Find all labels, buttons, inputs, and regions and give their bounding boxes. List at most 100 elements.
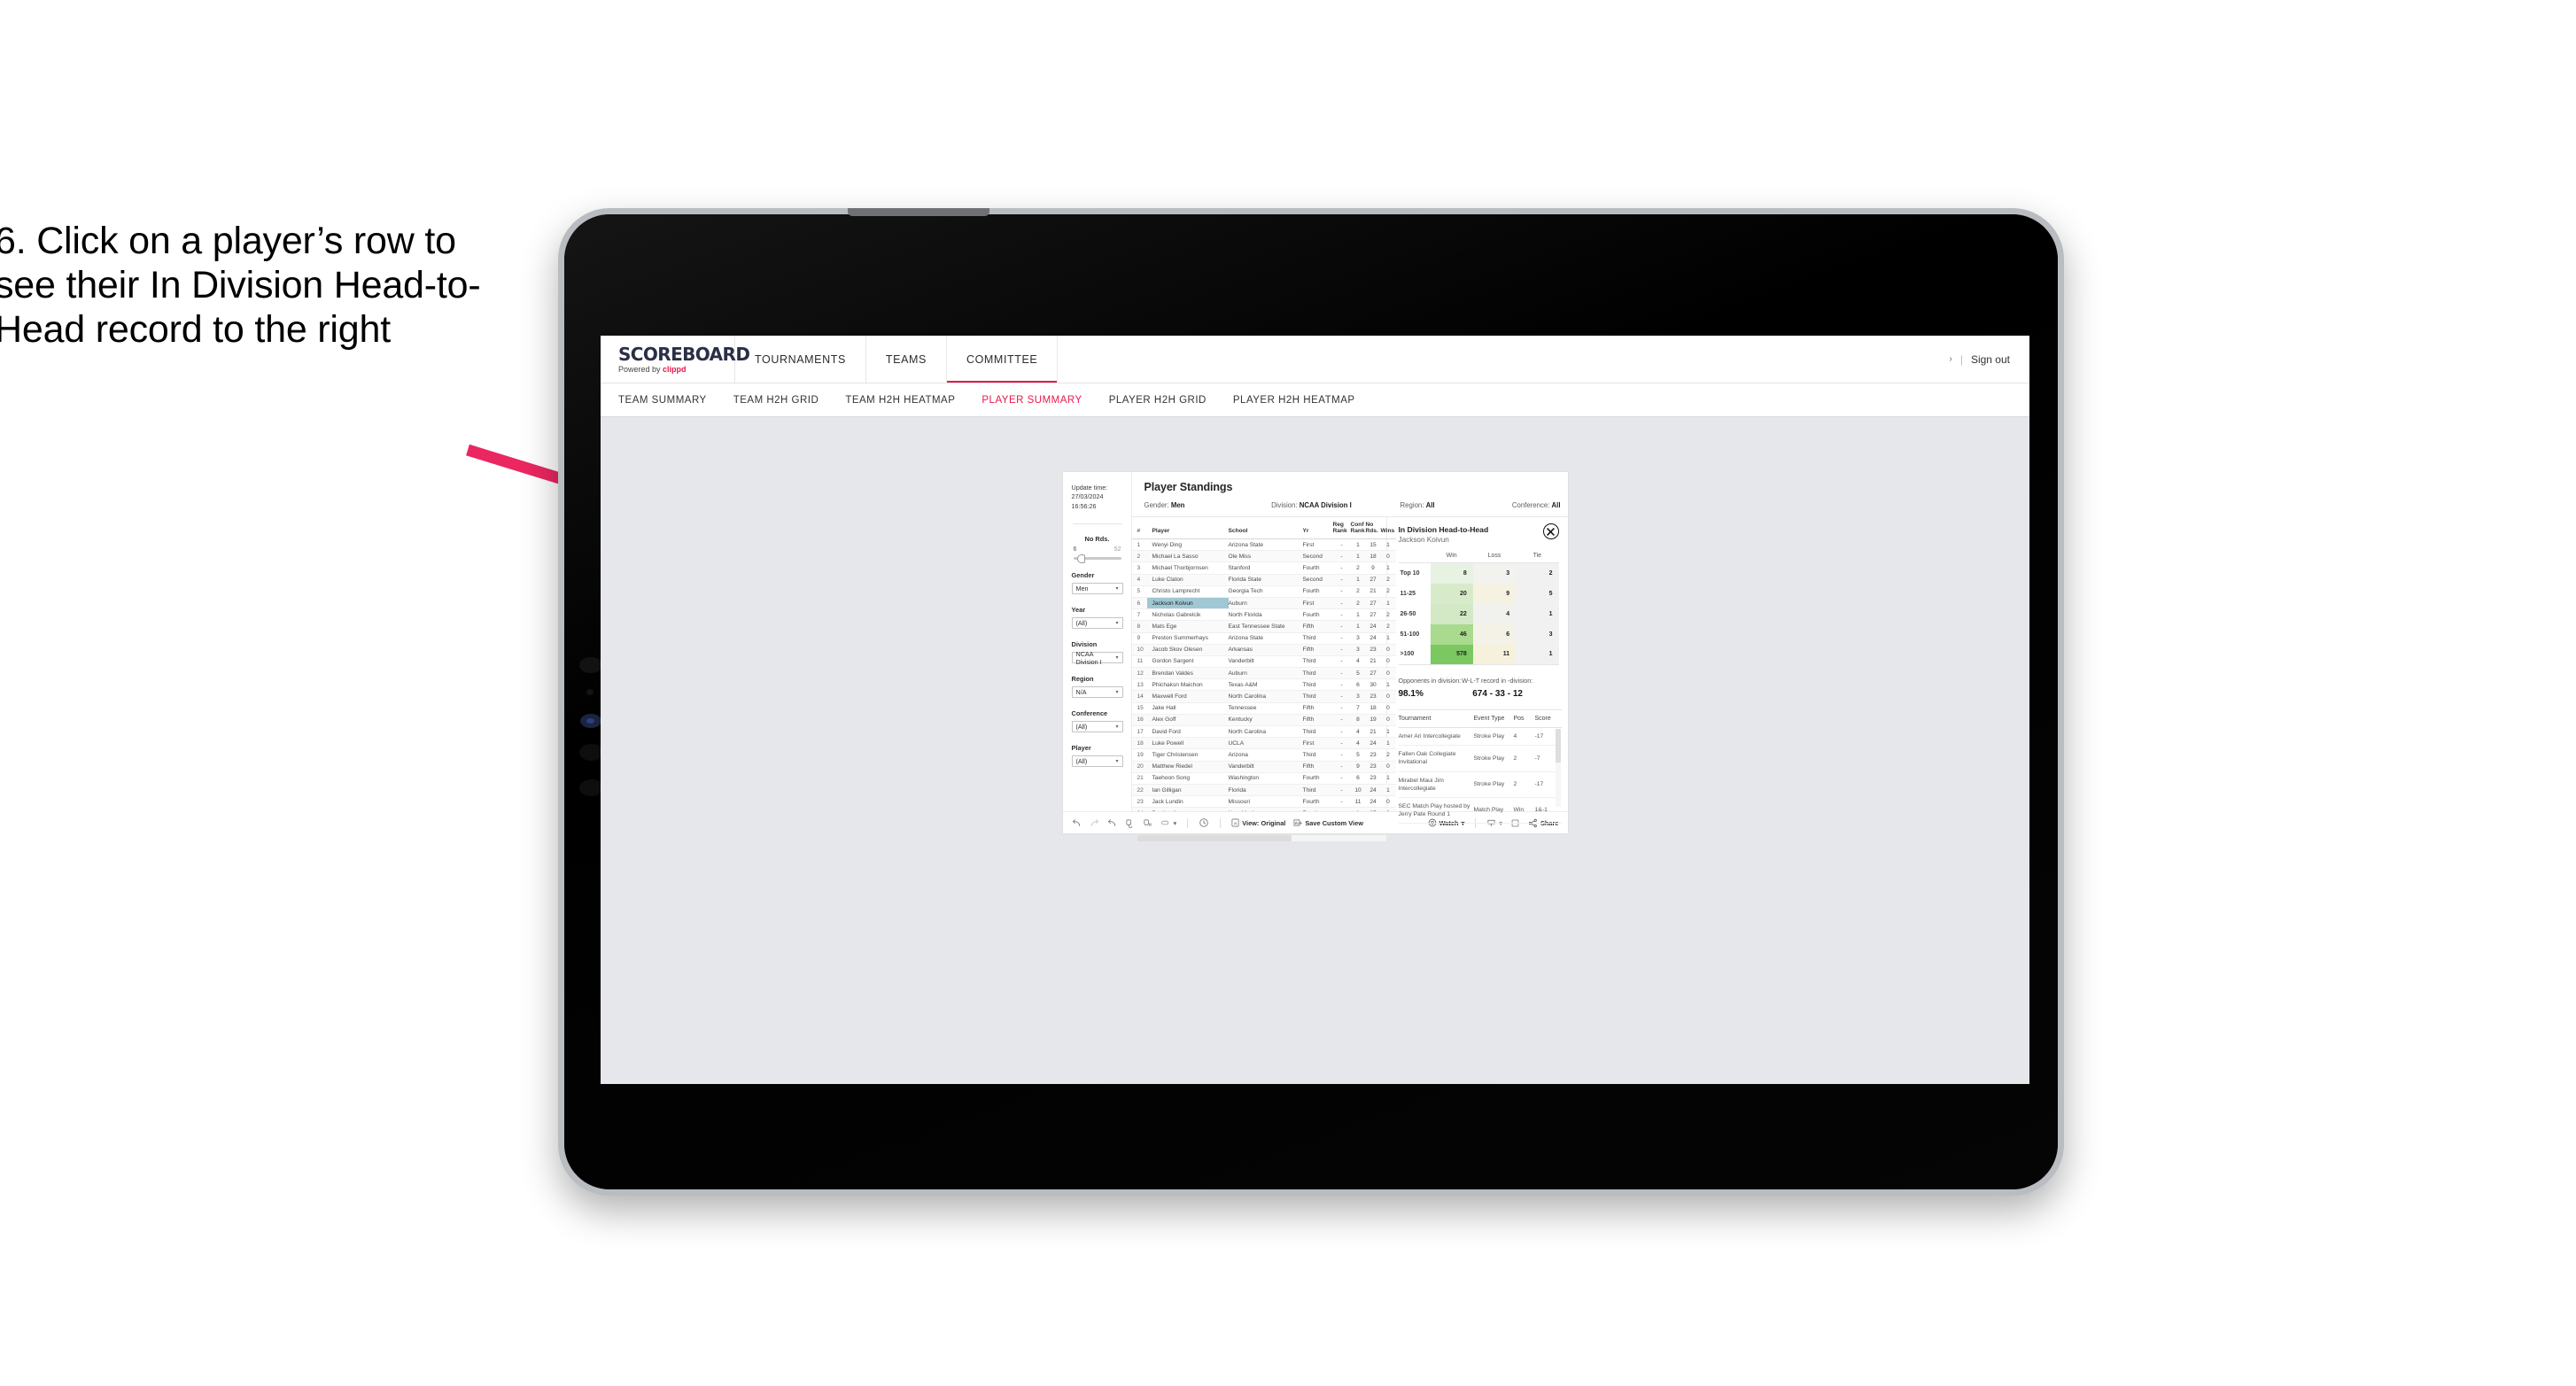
close-x-glyph	[1547, 527, 1555, 536]
col-no-rds[interactable]: No Rds.	[1365, 517, 1381, 539]
table-row[interactable]: 3 Michael Thorbjornsen Stanford Fourth -2 9 1	[1131, 561, 1396, 575]
cell-school: Washington	[1228, 772, 1303, 785]
slider-handle[interactable]	[1076, 554, 1085, 563]
region-select-value: N/A	[1075, 688, 1087, 697]
highlight-icon[interactable]: ▾	[1160, 818, 1176, 828]
col-reg-rank[interactable]: Reg Rank	[1332, 517, 1351, 539]
tab-team-summary[interactable]: TEAM SUMMARY	[618, 395, 707, 406]
refresh-data-icon[interactable]	[1125, 818, 1135, 828]
h2h-col-win: Win	[1430, 553, 1473, 563]
nav-item-committee[interactable]: COMMITTEE	[946, 336, 1059, 383]
app-logo[interactable]: SCOREBOARD Powered by clippd	[601, 336, 750, 383]
table-row[interactable]: 22 Ian Gilligan Florida Third -10 24 1	[1131, 784, 1396, 797]
tab-team-h2h-grid[interactable]: TEAM H2H GRID	[733, 395, 819, 406]
table-row[interactable]: 12 Brendan Valdes Auburn Third -5 27 0	[1131, 667, 1396, 680]
cell-event-type: Stroke Play	[1473, 771, 1514, 798]
col-player[interactable]: Player	[1146, 517, 1229, 539]
tournament-row: Mirabel Maui Jim Intercollegiate Stroke P…	[1398, 771, 1562, 798]
table-row[interactable]: 20 Matthew Riedel Vanderbilt Fifth -9 23 0	[1131, 761, 1396, 773]
table-row[interactable]: 1 Wenyi Ding Arizona State First -1 15 1	[1131, 538, 1396, 552]
cell-school: North Carolina	[1228, 725, 1303, 739]
table-row[interactable]: 19 Tiger Christensen Arizona Third -5 23 2	[1131, 748, 1396, 762]
col-school[interactable]: School	[1228, 517, 1303, 539]
tab-team-h2h-heatmap[interactable]: TEAM H2H HEATMAP	[845, 395, 955, 406]
cell-school: Kentucky	[1228, 714, 1303, 727]
cell-no-rds: 23	[1365, 644, 1381, 656]
undo-icon[interactable]	[1072, 818, 1082, 828]
cell-rank: 1	[1131, 538, 1147, 552]
table-row[interactable]: 14 Maxwell Ford North Carolina Third -3 23 0	[1131, 690, 1396, 703]
table-row[interactable]: 8 Mats Ege East Tennessee State Fifth -1 24 2	[1131, 620, 1396, 633]
tab-player-summary[interactable]: PLAYER SUMMARY	[982, 395, 1082, 406]
revert-icon[interactable]	[1107, 818, 1117, 828]
col-conf-rank[interactable]: Conf Rank	[1350, 517, 1366, 539]
user-caret-icon[interactable]: ›	[1949, 354, 1951, 364]
scrollbar-thumb[interactable]	[1555, 729, 1561, 763]
history-icon[interactable]	[1199, 817, 1209, 828]
cell-player: Matthew Riedel	[1146, 761, 1229, 773]
cell-rank: 3	[1131, 561, 1147, 575]
h2h-loss-cell: 4	[1472, 603, 1517, 624]
toolbar-divider-1	[1187, 817, 1189, 828]
table-row[interactable]: 2 Michael La Sasso Ole Miss Second -1 18 0	[1131, 550, 1396, 563]
tab-player-h2h-grid[interactable]: PLAYER H2H GRID	[1109, 395, 1207, 406]
tournament-thead: Tournament Event Type Pos Score	[1398, 709, 1562, 728]
dashboard-canvas: Update time: 27/03/2024 16:56:26 No Rds.…	[601, 417, 2029, 1083]
scrollbar-thumb[interactable]	[1137, 834, 1292, 841]
cell-yr: First	[1302, 737, 1333, 750]
tab-player-h2h-heatmap[interactable]: PLAYER H2H HEATMAP	[1233, 395, 1355, 406]
update-time-value: 27/03/2024 16:56:26	[1071, 492, 1104, 510]
table-row[interactable]: 5 Christo Lamprecht Georgia Tech Fourth -2 21…	[1131, 585, 1396, 598]
filter-conference: Conference (All) ▾	[1071, 709, 1123, 733]
cell-reg-rank: -	[1332, 585, 1351, 598]
tournament-vertical-scrollbar[interactable]	[1555, 729, 1561, 807]
cell-player: Gordon Sargent	[1146, 655, 1229, 669]
col-tournament: Tournament	[1398, 709, 1474, 728]
pause-updates-icon[interactable]	[1143, 818, 1152, 828]
cell-school: Florida State	[1228, 574, 1303, 586]
save-custom-view-button[interactable]: Save Custom View	[1293, 818, 1363, 827]
division-select[interactable]: NCAA Division I ▾	[1071, 650, 1123, 666]
nav-item-teams[interactable]: TEAMS	[866, 336, 947, 383]
cell-no-rds: 24	[1365, 784, 1381, 797]
gender-select[interactable]: Men ▾	[1071, 583, 1123, 595]
col-yr[interactable]: Yr	[1302, 517, 1333, 539]
table-row[interactable]: 10 Jacob Skov Olesen Arkansas Fifth -3 23 0	[1131, 644, 1396, 656]
table-row[interactable]: 15 Jake Hall Tennessee Fifth -7 18 0	[1131, 702, 1396, 715]
no-rounds-slider[interactable]	[1073, 554, 1121, 563]
player-select[interactable]: (All) ▾	[1071, 755, 1123, 768]
page-title: Player Standings	[1144, 481, 1233, 493]
region-select[interactable]: N/A ▾	[1071, 686, 1123, 699]
table-row[interactable]: 17 David Ford North Carolina Third -4 21 1	[1131, 725, 1396, 739]
cell-conf-rank: 2	[1350, 561, 1366, 575]
conference-select[interactable]: (All) ▾	[1071, 721, 1123, 733]
h2h-win-cell: 46	[1430, 623, 1473, 645]
cell-school: Arizona State	[1228, 538, 1303, 552]
table-row[interactable]: 7 Nicholas Gabrelcik North Florida Fourth -1…	[1131, 608, 1396, 622]
table-row[interactable]: 11 Gordon Sargent Vanderbilt Third -4 21 0	[1131, 655, 1396, 669]
table-row[interactable]: 4 Luke Claton Florida State Second -1 27 2	[1131, 574, 1396, 586]
cell-conf-rank: 3	[1350, 644, 1366, 656]
table-row[interactable]: 18 Luke Powell UCLA First -4 24 1	[1131, 737, 1396, 750]
close-icon[interactable]	[1542, 523, 1559, 539]
cell-yr: Third	[1302, 678, 1333, 692]
redo-icon[interactable]	[1090, 818, 1099, 828]
table-row[interactable]: 23 Jack Lundin Missouri Fourth -11 24 0	[1131, 795, 1396, 809]
table-row[interactable]: 16 Alex Goff Kentucky Fifth -8 19 0	[1131, 714, 1396, 727]
cell-yr: Fourth	[1302, 585, 1333, 598]
cell-pos: Win	[1513, 797, 1535, 825]
table-row[interactable]: 9 Preston Summerhays Arizona State Third -3 2…	[1131, 632, 1396, 645]
cell-player: Jacob Skov Olesen	[1146, 644, 1229, 656]
table-row[interactable]: 6 Jackson Koivun Auburn First -2 27 1	[1131, 597, 1396, 610]
sign-out-link[interactable]: Sign out	[1971, 353, 2010, 366]
year-select[interactable]: (All) ▾	[1071, 617, 1123, 630]
col-rank[interactable]: #	[1131, 517, 1147, 539]
table-horizontal-scrollbar[interactable]	[1137, 834, 1386, 841]
cell-conf-rank: 4	[1350, 655, 1366, 669]
standings-header: Player Standings Gender: Men Division: N…	[1132, 472, 1568, 509]
nav-item-tournaments[interactable]: TOURNAMENTS	[735, 336, 866, 383]
table-row[interactable]: 13 Phichaksn Maichon Texas A&M Third -6 30 1	[1131, 678, 1396, 692]
cell-conf-rank: 1	[1350, 538, 1366, 552]
table-row[interactable]: 21 Taehoon Song Washington Fourth -6 23 1	[1131, 772, 1396, 785]
view-original-button[interactable]: a View: Original	[1231, 818, 1285, 827]
